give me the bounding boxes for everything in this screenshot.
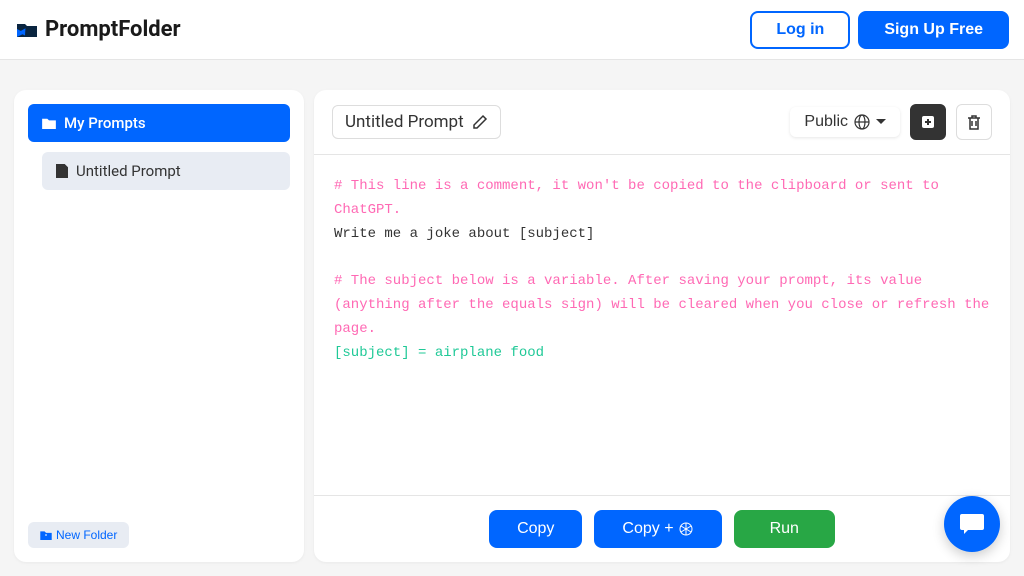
run-button[interactable]: Run (734, 510, 835, 548)
copy-plus-button[interactable]: Copy + (594, 510, 721, 548)
header-actions: Public (790, 104, 992, 140)
sidebar-my-prompts[interactable]: My Prompts (28, 104, 290, 142)
file-icon (56, 164, 68, 178)
folder-plus-icon (40, 530, 52, 540)
prompt-title: Untitled Prompt (345, 112, 464, 132)
chat-icon (958, 510, 986, 538)
content-header: Untitled Prompt Public (314, 90, 1010, 155)
sidebar-item-label: Untitled Prompt (76, 162, 181, 180)
logo-text: PromptFolder (45, 17, 181, 42)
main-container: My Prompts Untitled Prompt New Folder Un… (0, 60, 1024, 576)
copy-plus-label: Copy + (622, 520, 673, 538)
delete-button[interactable] (956, 104, 992, 140)
trash-icon (967, 114, 981, 130)
duplicate-button[interactable] (910, 104, 946, 140)
prompt-editor[interactable]: # This line is a comment, it won't be co… (314, 155, 1010, 495)
copy-plus-icon (920, 114, 936, 130)
chevron-down-icon (876, 119, 886, 125)
login-button[interactable]: Log in (750, 11, 850, 49)
header-buttons: Log in Sign Up Free (750, 11, 1009, 49)
editor-comment-1: # This line is a comment, it won't be co… (334, 178, 947, 218)
logo-icon (15, 18, 39, 42)
help-bubble[interactable] (944, 496, 1000, 552)
visibility-button[interactable]: Public (790, 107, 900, 137)
new-folder-label: New Folder (56, 528, 117, 542)
editor-variable: [subject] = airplane food (334, 345, 544, 361)
edit-icon (472, 114, 488, 130)
content-footer: Copy Copy + Run (314, 495, 1010, 562)
content: Untitled Prompt Public # This line is a … (314, 90, 1010, 562)
prompt-title-box[interactable]: Untitled Prompt (332, 105, 501, 139)
sidebar-title: My Prompts (64, 114, 146, 132)
openai-icon (678, 521, 694, 537)
sidebar-item-prompt[interactable]: Untitled Prompt (42, 152, 290, 190)
folder-icon (42, 117, 56, 129)
editor-line-2: Write me a joke about [subject] (334, 226, 594, 242)
visibility-label: Public (804, 113, 848, 131)
editor-comment-2: # The subject below is a variable. After… (334, 273, 998, 337)
globe-icon (854, 114, 870, 130)
logo[interactable]: PromptFolder (15, 17, 181, 42)
sidebar: My Prompts Untitled Prompt New Folder (14, 90, 304, 562)
new-folder-button[interactable]: New Folder (28, 522, 129, 548)
copy-button[interactable]: Copy (489, 510, 582, 548)
header: PromptFolder Log in Sign Up Free (0, 0, 1024, 60)
signup-button[interactable]: Sign Up Free (858, 11, 1009, 49)
